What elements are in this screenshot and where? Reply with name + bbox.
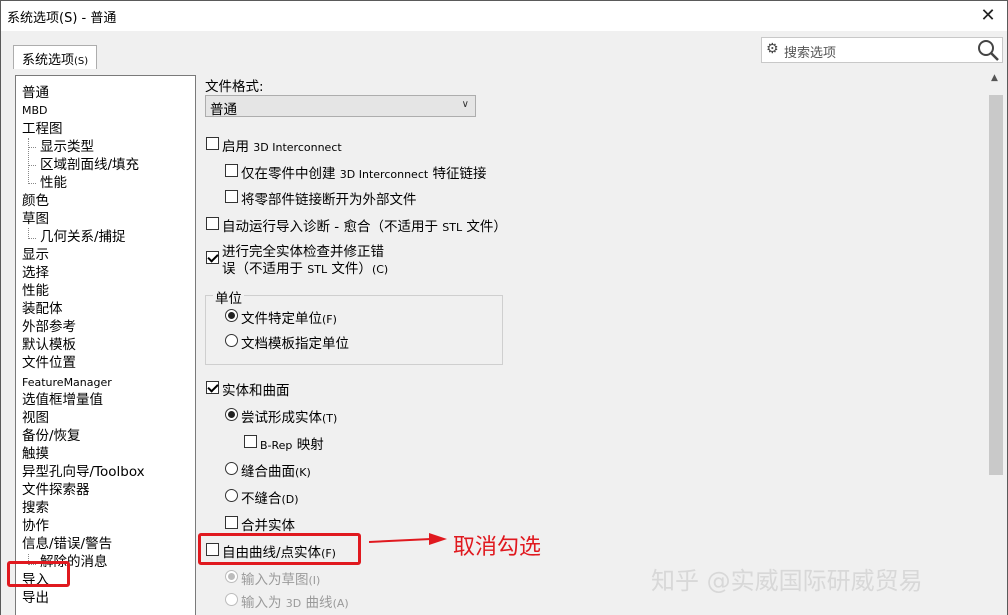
tab-hotkey: (S)	[74, 56, 89, 67]
link-only-in-parts-checkbox[interactable]	[225, 164, 238, 177]
nav-item-file-locations[interactable]: 文件位置	[22, 354, 76, 372]
options-scrollbar[interactable]: ▲	[987, 69, 1005, 615]
nav-item-relations-snaps[interactable]: 几何关系/捕捉	[40, 228, 126, 246]
scroll-up-arrow-icon[interactable]: ▲	[991, 73, 998, 83]
search-input[interactable]: 搜索选项	[784, 42, 836, 61]
merge-entities-label: 合并实体	[241, 518, 295, 534]
brep-mapping-label: B-Rep 映射	[260, 437, 324, 453]
watermark: 知乎 @实威国际研威贸易	[651, 567, 923, 595]
window-title: 系统选项(S) - 普通	[7, 11, 117, 26]
nav-item-messages-errors-warnings[interactable]: 信息/错误/警告	[22, 535, 112, 553]
highlight-free-curves-option	[198, 533, 361, 565]
nav-item-touch[interactable]: 触摸	[22, 445, 49, 463]
nav-item-hole-wizard-toolbox[interactable]: 异型孔向导/Toolbox	[22, 463, 145, 481]
import-as-sketch-label: 输入为草图(I)	[241, 572, 321, 588]
chevron-down-icon: ∨	[461, 99, 469, 110]
tree-connector	[28, 238, 36, 239]
file-format-label: 文件格式:	[205, 79, 264, 95]
nav-item-mbd[interactable]: MBD	[22, 102, 48, 120]
unit-doc-template-radio[interactable]	[225, 334, 238, 347]
nav-item-external-references[interactable]: 外部参考	[22, 318, 76, 336]
auto-import-diagnostics-label: 自动运行导入诊断 - 愈合（不适用于 STL 文件）	[222, 219, 507, 235]
auto-import-diagnostics-checkbox[interactable]	[206, 217, 219, 230]
units-groupbox	[205, 295, 503, 365]
nav-item-search[interactable]: 搜索	[22, 499, 49, 517]
nav-item-performance[interactable]: 性能	[22, 282, 49, 300]
nav-item-general[interactable]: 普通	[22, 84, 49, 102]
nav-item-drawing-performance[interactable]: 性能	[40, 174, 67, 192]
tree-connector	[28, 165, 36, 166]
do-not-knit-radio[interactable]	[225, 489, 238, 502]
system-options-dialog: 系统选项(S) - 普通 ✕ 系统选项(S) ⚙ 搜索选项 普通 MBD 工程图	[0, 0, 1008, 615]
try-form-solid-radio[interactable]	[225, 408, 238, 421]
close-icon[interactable]: ✕	[977, 5, 999, 27]
full-entity-check-checkbox[interactable]	[206, 251, 219, 264]
nav-item-display-style[interactable]: 显示类型	[40, 138, 94, 156]
highlight-import-nav	[7, 561, 70, 587]
import-as-3d-curves-radio[interactable]	[225, 593, 238, 606]
solids-surfaces-label: 实体和曲面	[222, 383, 290, 399]
title-bar: 系统选项(S) - 普通 ✕	[1, 1, 1007, 31]
annotation-uncheck-text: 取消勾选	[453, 535, 542, 560]
enable-3d-interconnect-label: 启用 3D Interconnect	[222, 139, 342, 155]
nav-item-file-explorer[interactable]: 文件探索器	[22, 481, 90, 499]
import-as-sketch-radio[interactable]	[225, 570, 238, 583]
search-options-box[interactable]: ⚙ 搜索选项	[761, 37, 1003, 63]
unit-doc-template-label: 文档模板指定单位	[241, 336, 349, 352]
import-as-3d-curves-label: 输入为 3D 曲线(A)	[241, 595, 349, 611]
link-only-in-parts-label: 仅在零件中创建 3D Interconnect 特征链接	[241, 166, 487, 182]
nav-item-display[interactable]: 显示	[22, 246, 49, 264]
solids-surfaces-checkbox[interactable]	[206, 381, 219, 394]
unit-file-specific-label: 文件特定单位(F)	[241, 311, 337, 327]
break-links-checkbox[interactable]	[225, 190, 238, 203]
break-links-label: 将零部件链接断开为外部文件	[241, 192, 417, 208]
nav-item-colors[interactable]: 颜色	[22, 192, 49, 210]
nav-item-collaboration[interactable]: 协作	[22, 517, 49, 535]
nav-item-assemblies[interactable]: 装配体	[22, 300, 63, 318]
file-format-select[interactable]: 普通 ∨	[205, 95, 476, 118]
nav-item-backup-recover[interactable]: 备份/恢复	[22, 427, 81, 445]
brep-mapping-checkbox[interactable]	[244, 435, 257, 448]
nav-item-sketch[interactable]: 草图	[22, 210, 49, 228]
nav-item-selection[interactable]: 选择	[22, 264, 49, 282]
unit-file-specific-radio[interactable]	[225, 309, 238, 322]
do-not-knit-label: 不缝合(D)	[241, 491, 299, 507]
scrollbar-thumb[interactable]	[989, 95, 1003, 475]
gear-icon: ⚙	[766, 41, 779, 57]
try-form-solid-label: 尝试形成实体(T)	[241, 410, 338, 426]
nav-item-featuremanager[interactable]: FeatureManager	[22, 374, 112, 392]
annotation-arrow-icon	[369, 533, 447, 545]
tab-label: 系统选项	[22, 53, 75, 68]
nav-item-view[interactable]: 视图	[22, 409, 49, 427]
nav-item-default-templates[interactable]: 默认模板	[22, 336, 76, 354]
options-nav-tree: 普通 MBD 工程图 显示类型 区域剖面线/填充 性能 颜色 草图 几何关系/捕…	[15, 75, 196, 615]
units-group-label: 单位	[213, 287, 244, 307]
nav-item-area-hatch[interactable]: 区域剖面线/填充	[40, 156, 139, 174]
knit-surfaces-radio[interactable]	[225, 462, 238, 475]
nav-item-export[interactable]: 导出	[22, 589, 49, 607]
tab-system-options[interactable]: 系统选项(S)	[13, 45, 98, 69]
nav-item-spin-box-increments[interactable]: 选值框增量值	[22, 391, 103, 409]
enable-3d-interconnect-checkbox[interactable]	[206, 137, 219, 150]
full-entity-check-label-line2: 误（不适用于 STL 文件）(C)	[222, 261, 389, 277]
file-format-value: 普通	[210, 102, 237, 118]
tree-connector	[28, 183, 36, 184]
search-icon[interactable]	[976, 38, 1000, 62]
tree-connector	[28, 138, 29, 184]
nav-item-drawings[interactable]: 工程图	[22, 120, 63, 138]
knit-surfaces-label: 缝合曲面(K)	[241, 464, 311, 480]
tree-connector	[28, 147, 36, 148]
merge-entities-checkbox[interactable]	[225, 516, 238, 529]
